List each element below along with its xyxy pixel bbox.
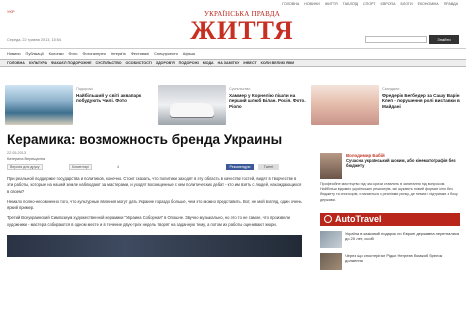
- news-thumbnail[interactable]: [320, 252, 342, 270]
- site-logo[interactable]: УКРАЇНСЬКА ПРАВДА ЖИТТЯ: [182, 10, 302, 44]
- rubric-item[interactable]: СУСПІЛЬСТВО: [96, 61, 122, 65]
- article-author[interactable]: Катерина Верещагіна: [7, 157, 302, 161]
- teaser-image[interactable]: [311, 85, 379, 125]
- logo-main-text: ЖИТТЯ: [190, 16, 294, 45]
- section-item[interactable]: Колонки: [49, 51, 64, 56]
- article-paragraph: При реальной поддержке государства и пол…: [7, 176, 302, 194]
- news-thumbnail[interactable]: [320, 230, 342, 248]
- autotravel-label: AutoTravel: [335, 214, 382, 225]
- top-nav-item[interactable]: ГОЛОВНА: [282, 0, 299, 8]
- comments-button[interactable]: Коментарі: [69, 164, 92, 170]
- section-item[interactable]: Фестивалі: [131, 51, 149, 56]
- teaser-card[interactable]: Подорожі Найбільший у світі аквапарк поб…: [5, 85, 154, 125]
- teaser-title[interactable]: Хаммер у Корнелію пішли на перший шлюб Б…: [229, 93, 307, 110]
- section-item[interactable]: Публікації: [26, 51, 44, 56]
- article-headline: Керамика: возможность бренда Украины: [7, 132, 283, 147]
- section-item[interactable]: Спецпроекти: [154, 51, 178, 56]
- news-title[interactable]: Через що спостерігал Рідьє Негреєв бомжо…: [345, 253, 460, 270]
- section-item[interactable]: Фотогалерея: [82, 51, 105, 56]
- teaser-card[interactable]: Суспільство Хаммер у Корнелію пішли на п…: [158, 85, 307, 125]
- top-nav-item[interactable]: БЛОГИ: [401, 0, 413, 8]
- rubric-item[interactable]: ФАКАЄЛ ПОДОРОЖНЕ: [51, 61, 91, 65]
- top-nav-item[interactable]: ТАБЛОЇД: [343, 0, 358, 8]
- rubric-item[interactable]: ЗДОРОВ'Я: [156, 61, 175, 65]
- rubric-item[interactable]: ПОДОРОЖІ: [179, 61, 199, 65]
- article: Керамика: возможность бренда Украины 22.…: [7, 132, 302, 258]
- facebook-button[interactable]: Рекомендую: [226, 164, 254, 170]
- teaser-title[interactable]: Фредерік Бегбедер за Сашу Варін Клеп - п…: [382, 93, 460, 110]
- top-nav-item[interactable]: ПРАВДА: [444, 0, 458, 8]
- teaser-strip: Подорожі Найбільший у світі аквапарк поб…: [5, 85, 460, 125]
- teaser-image[interactable]: [5, 85, 73, 125]
- top-nav-item[interactable]: ЄВРОПА: [380, 0, 395, 8]
- teaser-card[interactable]: Скандали Фредерік Бегбедер за Сашу Варін…: [311, 85, 460, 125]
- autotravel-banner[interactable]: AutoTravel: [320, 212, 460, 226]
- columnist-text: Професійне мистецтво під час кризи ставл…: [320, 182, 458, 202]
- top-nav-item[interactable]: ЕКОНОМІКА: [418, 0, 439, 8]
- article-tools: Версия для друку Коментарі 4 Рекомендую …: [7, 164, 302, 172]
- columnist-title[interactable]: Сучасна український шоким, або кінематог…: [346, 158, 460, 168]
- rubric-item[interactable]: ОСОБИСТОСТІ: [126, 61, 152, 65]
- avatar[interactable]: [320, 153, 342, 179]
- section-menu: Новини Публікації Колонки Фото Фотогалер…: [0, 48, 466, 57]
- article-paragraph: Третий Всеукраинский Симпозиум художеств…: [7, 215, 290, 227]
- article-date: 22.05.2013: [7, 151, 27, 155]
- teaser-image[interactable]: [158, 85, 226, 125]
- current-date: Середа, 22 травня 2013, 15:54: [7, 38, 61, 42]
- masthead: УКР Середа, 22 травня 2013, 15:54 УКРАЇН…: [0, 8, 466, 48]
- news-item[interactable]: Україна в казковий подарок по Європі дер…: [320, 230, 460, 248]
- columnist-block[interactable]: Володимир Бабій Сучасна український шоки…: [320, 153, 460, 179]
- section-item[interactable]: Фото: [69, 51, 78, 56]
- top-nav-item[interactable]: ЖИТТЯ: [325, 0, 338, 8]
- news-title[interactable]: Україна в казковий подарок по Європі дер…: [345, 231, 460, 248]
- autotravel-logo-icon: [324, 215, 332, 224]
- search-input[interactable]: [365, 36, 427, 43]
- section-item[interactable]: Інтерв'ю: [111, 51, 126, 56]
- rubric-item[interactable]: КУЛЬТУРА: [29, 61, 47, 65]
- rubric-menu: ГОЛОВНА КУЛЬТУРА ФАКАЄЛ ПОДОРОЖНЕ СУСПІЛ…: [0, 59, 466, 67]
- comments-count: 4: [117, 165, 119, 169]
- language-link[interactable]: УКР: [7, 9, 15, 14]
- top-nav-item[interactable]: НОВИНИ: [304, 0, 320, 8]
- top-nav-item[interactable]: СПОРТ: [363, 0, 375, 8]
- article-paragraph: Немало полно-несомненно того, что культу…: [7, 198, 302, 211]
- search-button[interactable]: Знайти: [429, 35, 459, 44]
- section-item[interactable]: Афіша: [183, 51, 195, 56]
- section-item[interactable]: Новини: [7, 51, 21, 56]
- article-photo: [7, 235, 302, 258]
- print-button[interactable]: Версия для друку: [7, 164, 43, 170]
- rubric-item[interactable]: НА ЗАМІТКУ: [218, 61, 240, 65]
- sidebar: Володимир Бабій Сучасна український шоки…: [320, 153, 460, 270]
- news-item[interactable]: Через що спостерігал Рідьє Негреєв бомжо…: [320, 252, 460, 270]
- top-navigation: ГОЛОВНА НОВИНИ ЖИТТЯ ТАБЛОЇД СПОРТ ЄВРОП…: [0, 0, 466, 8]
- tweet-button[interactable]: Tweet: [258, 164, 279, 170]
- rubric-item[interactable]: ГОЛОВНА: [7, 61, 25, 65]
- teaser-title[interactable]: Найбільший у світі аквапарк побудують Чи…: [76, 93, 154, 104]
- rubric-item[interactable]: ІНВЕСТ: [243, 61, 256, 65]
- rubric-item[interactable]: КОЛИ ВЕЛИКІ ЯМИ: [261, 61, 294, 65]
- rubric-item[interactable]: МОДА: [203, 61, 214, 65]
